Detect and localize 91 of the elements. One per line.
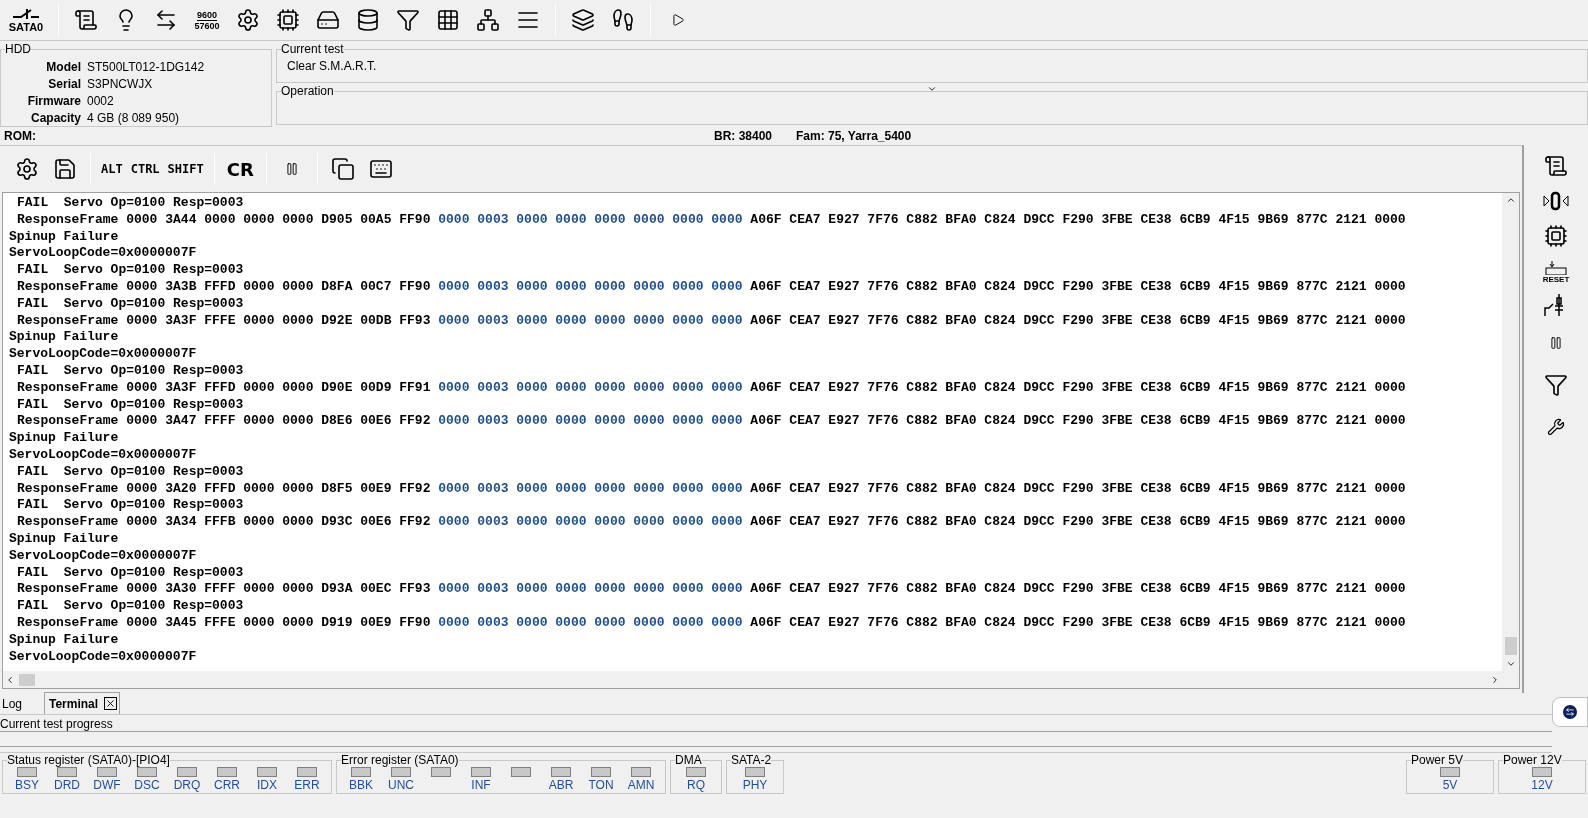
panel-title: Current test — [281, 43, 344, 55]
remote-icon — [1563, 705, 1577, 719]
indicator-label: ABR — [548, 777, 574, 793]
terminal-line: ResponseFrame 0000 3A30 FFFF 0000 0000 D93A 00EC FF93 0000 0003 0000 0000 0000 0000 0000 0000 A06F CEA7 E927 7F76 C882 BFA0 C824 D9CC F290 3FBE CE38 6CB9 4F15 9B69 877C 2121 0000 — [16, 581, 1406, 599]
scroll-up-icon[interactable] — [1505, 195, 1516, 205]
terminal-line: ResponseFrame 0000 3A3F FFFE 0000 0000 D92E 00DB FF93 0000 0003 0000 0000 0000 0000 0000 0000 A06F CEA7 E927 7F76 C882 BFA0 C824 D9CC F290 3FBE CE38 6CB9 4F15 9B69 877C 2121 0000 — [16, 312, 1406, 330]
indicator-label: AMN — [627, 777, 655, 793]
indicator-label: RQ — [687, 777, 705, 793]
terminal-line: ResponseFrame 0000 3A20 FFFD 0000 0000 D8F5 00E9 FF92 0000 0003 0000 0000 0000 0000 0000 0000 A06F CEA7 E927 7F76 C882 BFA0 C824 D9CC F290 3FBE CE38 6CB9 4F15 9B69 877C 2121 0000 — [16, 480, 1406, 498]
terminal-line: FAIL Servo Op=0100 Resp=0003 — [16, 497, 244, 515]
group-title: Error register (SATA0) — [341, 753, 459, 767]
indicator-label: DWF — [93, 777, 121, 793]
family-label: Fam: 75, Yarra_5400 — [796, 128, 912, 145]
remote-widget[interactable] — [1552, 697, 1588, 727]
terminal-line: ResponseFrame 0000 3A3B FFFD 0000 0000 D8FA 00C7 FF90 0000 0003 0000 0000 0000 0000 0000 0000 A06F CEA7 E927 7F76 C882 BFA0 C824 D9CC F290 3FBE CE38 6CB9 4F15 9B69 877C 2121 0000 — [16, 279, 1406, 296]
progress-title: Current test progress — [0, 717, 113, 731]
field-label: Capacity — [29, 110, 81, 127]
terminal-line: FAIL Servo Op=0100 Resp=0003 — [16, 598, 244, 615]
terminal-line: Spinup Failure — [9, 530, 120, 548]
terminal-line: Spinup Failure — [9, 329, 120, 347]
terminal-line: FAIL Servo Op=0100 Resp=0003 — [16, 362, 244, 380]
vertical-scrollbar[interactable] — [1502, 193, 1519, 671]
field-value: 0002 — [87, 93, 115, 110]
terminal-line: ResponseFrame 0000 3A34 FFFB 0000 0000 D93C 00E6 FF92 0000 0003 0000 0000 0000 0000 0000 0000 A06F CEA7 E927 7F76 C882 BFA0 C824 D9CC F290 3FBE CE38 6CB9 4F15 9B69 877C 2121 0000 — [16, 514, 1406, 531]
indicator-label: PHY — [742, 777, 768, 793]
terminal-line: FAIL Servo Op=0100 Resp=0003 — [16, 396, 244, 414]
indicator-label: BSY — [15, 777, 39, 793]
group-title: SATA-2 — [731, 753, 772, 767]
indicator-label: UNC — [388, 777, 414, 793]
indicator-label: TON — [588, 777, 614, 793]
field-value: S3PNCWJX — [87, 76, 154, 93]
indicator-label: IDX — [257, 777, 277, 793]
terminal-line: Spinup Failure — [9, 430, 120, 447]
scroll-thumb[interactable] — [1504, 637, 1517, 655]
field-label: Model — [45, 59, 81, 76]
scroll-right-icon[interactable] — [1490, 674, 1500, 685]
key-button[interactable]: SHIFT — [165, 160, 206, 178]
key-button[interactable]: CTRL — [128, 160, 162, 178]
baud-rate-button[interactable]: 9600 57600 — [189, 9, 225, 31]
terminal-line: Spinup Failure — [9, 228, 120, 246]
terminal-line: ResponseFrame 0000 3A45 FFFE 0000 0000 D919 00E9 FF90 0000 0003 0000 0000 0000 0000 0000 0000 A06F CEA7 E927 7F76 C882 BFA0 C824 D9CC F290 3FBE CE38 6CB9 4F15 9B69 877C 2121 0000 — [16, 614, 1406, 632]
group-title: Power 5V — [1411, 753, 1464, 767]
scroll-left-icon[interactable] — [5, 674, 15, 685]
terminal-line: ServoLoopCode=0x0000007F — [9, 547, 198, 565]
terminal-line: ResponseFrame 0000 3A44 0000 0000 0000 D905 00A5 FF90 0000 0003 0000 0000 0000 0000 0000 0000 A06F CEA7 E927 7F76 C882 BFA0 C824 D9CC F290 3FBE CE38 6CB9 4F15 9B69 877C 2121 0000 — [16, 211, 1406, 229]
field-value: 4 GB (8 089 950) — [87, 110, 181, 127]
scroll-down-icon[interactable] — [1505, 659, 1516, 669]
indicator-label: CRR — [214, 777, 240, 793]
terminal-line: ResponseFrame 0000 3A3F FFFD 0000 0000 D90E 00D9 FF91 0000 0003 0000 0000 0000 0000 0000 0000 A06F CEA7 E927 7F76 C882 BFA0 C824 D9CC F290 3FBE CE38 6CB9 4F15 9B69 877C 2121 0000 — [16, 379, 1406, 397]
key-button[interactable]: ALT — [99, 160, 125, 178]
field-label: Serial — [47, 76, 81, 93]
terminal-line: FAIL Servo Op=0100 Resp=0003 — [16, 262, 244, 279]
terminal-line: ServoLoopCode=0x0000007F — [9, 346, 198, 363]
terminal-line: FAIL Servo Op=0100 Resp=0003 — [16, 195, 244, 212]
tab[interactable]: Log — [0, 694, 44, 714]
switch-icon — [11, 7, 41, 21]
terminal-line: FAIL Servo Op=0100 Resp=0003 — [16, 564, 244, 582]
terminal-line: ServoLoopCode=0x0000007F — [9, 245, 198, 263]
spindle-icon[interactable] — [1542, 191, 1570, 211]
group-title: Power 12V — [1503, 753, 1562, 767]
indicator-label: 12V — [1531, 777, 1553, 793]
baud-rate: BR: 38400 — [714, 128, 774, 145]
terminal-line: ResponseFrame 0000 3A47 FFFF 0000 0000 D8E6 00E6 FF92 0000 0003 0000 0000 0000 0000 0000 0000 A06F CEA7 E927 7F76 C882 BFA0 C824 D9CC F290 3FBE CE38 6CB9 4F15 9B69 877C 2121 0000 — [16, 413, 1406, 431]
indicator-label: INF — [471, 777, 491, 793]
terminal-line: Spinup Failure — [9, 631, 120, 649]
field-label: Firmware — [26, 93, 81, 110]
panel-title: HDD — [5, 43, 31, 55]
tab[interactable]: Terminal — [44, 692, 121, 714]
terminal-line: ServoLoopCode=0x0000007F — [9, 648, 198, 666]
carriage-return-button[interactable]: CR — [222, 155, 258, 183]
port-button[interactable]: SATA0 — [4, 7, 48, 33]
indicator-label: ERR — [294, 777, 320, 793]
terminal-line: FAIL Servo Op=0100 Resp=0003 — [16, 463, 244, 481]
field-value: ST500LT012-1DG142 — [87, 59, 206, 76]
indicator-label: DRQ — [173, 777, 201, 793]
reset-button[interactable]: RESET — [1542, 261, 1570, 284]
dropdown-icon[interactable] — [927, 84, 937, 94]
terminal-line: FAIL Servo Op=0100 Resp=0003 — [16, 295, 244, 313]
scroll-thumb[interactable] — [19, 673, 35, 686]
horizontal-scrollbar[interactable] — [3, 671, 1519, 688]
indicator-label: DRD — [54, 777, 80, 793]
current-test-value: Clear S.M.A.R.T. — [287, 59, 377, 73]
terminal-line: ServoLoopCode=0x0000007F — [9, 446, 198, 464]
group-title: Status register (SATA0)-[PIO4] — [7, 753, 170, 767]
group-title: DMA — [675, 753, 702, 767]
indicator-label: BBK — [349, 777, 373, 793]
panel-title: Operation — [281, 85, 334, 97]
rom-label: ROM: — [4, 128, 37, 145]
close-icon[interactable] — [104, 697, 118, 710]
indicator-label: DSC — [134, 777, 160, 793]
indicator-label: 5V — [1442, 777, 1458, 793]
